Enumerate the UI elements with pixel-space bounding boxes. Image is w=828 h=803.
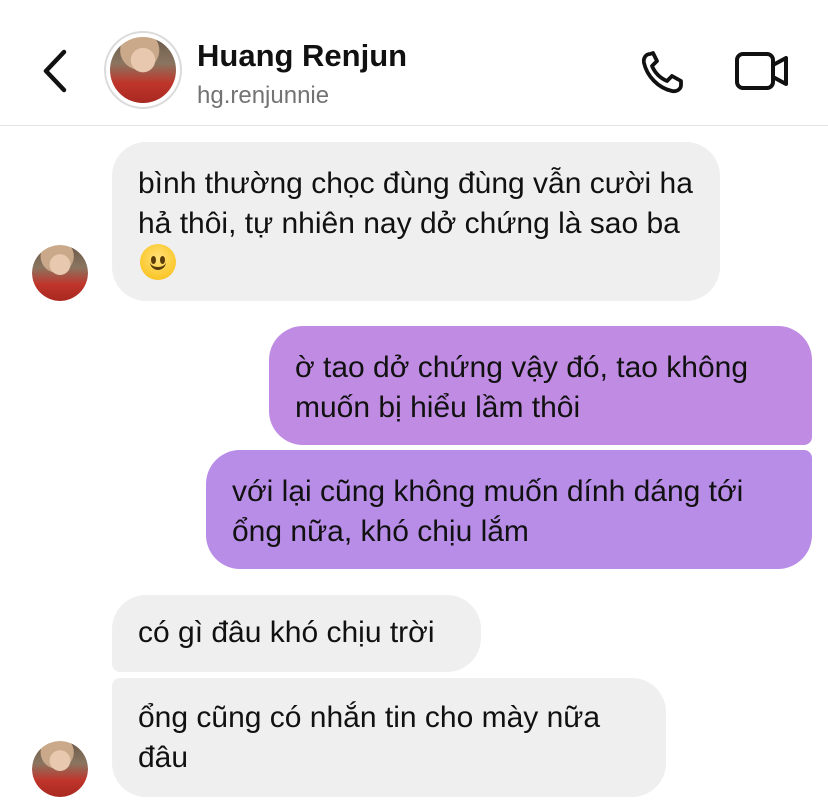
- message-bubble-outgoing[interactable]: với lại cũng không muốn dính dáng tới ổn…: [206, 450, 812, 569]
- back-button[interactable]: [38, 48, 72, 94]
- video-camera-icon: [735, 52, 788, 90]
- slightly-smiling-face-icon: [140, 244, 176, 280]
- contact-name[interactable]: Huang Renjun: [197, 38, 407, 74]
- contact-handle[interactable]: hg.renjunnie: [197, 82, 329, 110]
- message-bubble-outgoing[interactable]: ờ tao dở chứng vậy đó, tao không muốn bị…: [269, 326, 812, 445]
- avatar-image: [32, 741, 88, 797]
- message-text: ờ tao dở chứng vậy đó, tao không muốn bị…: [295, 351, 749, 424]
- message-text: với lại cũng không muốn dính dáng tới ổn…: [232, 475, 744, 548]
- voice-call-button[interactable]: [638, 48, 690, 96]
- avatar-image: [110, 37, 176, 103]
- message-bubble-incoming[interactable]: có gì đâu khó chịu trời: [112, 595, 481, 672]
- back-chevron-icon: [43, 49, 67, 93]
- message-text: bình thường chọc đùng đùng vẫn cười ha h…: [138, 167, 693, 240]
- sender-avatar[interactable]: [32, 245, 88, 301]
- message-bubble-incoming[interactable]: bình thường chọc đùng đùng vẫn cười ha h…: [112, 142, 720, 301]
- profile-avatar[interactable]: [104, 31, 182, 109]
- message-text: ổng cũng có nhắn tin cho mày nữa đâu: [138, 701, 601, 774]
- message-text: có gì đâu khó chịu trời: [138, 616, 435, 649]
- avatar-image: [32, 245, 88, 301]
- video-call-button[interactable]: [734, 50, 790, 94]
- sender-avatar[interactable]: [32, 741, 88, 797]
- phone-icon: [641, 51, 683, 94]
- message-bubble-incoming[interactable]: ổng cũng có nhắn tin cho mày nữa đâu: [112, 678, 666, 797]
- chat-header: Huang Renjun hg.renjunnie: [0, 0, 828, 126]
